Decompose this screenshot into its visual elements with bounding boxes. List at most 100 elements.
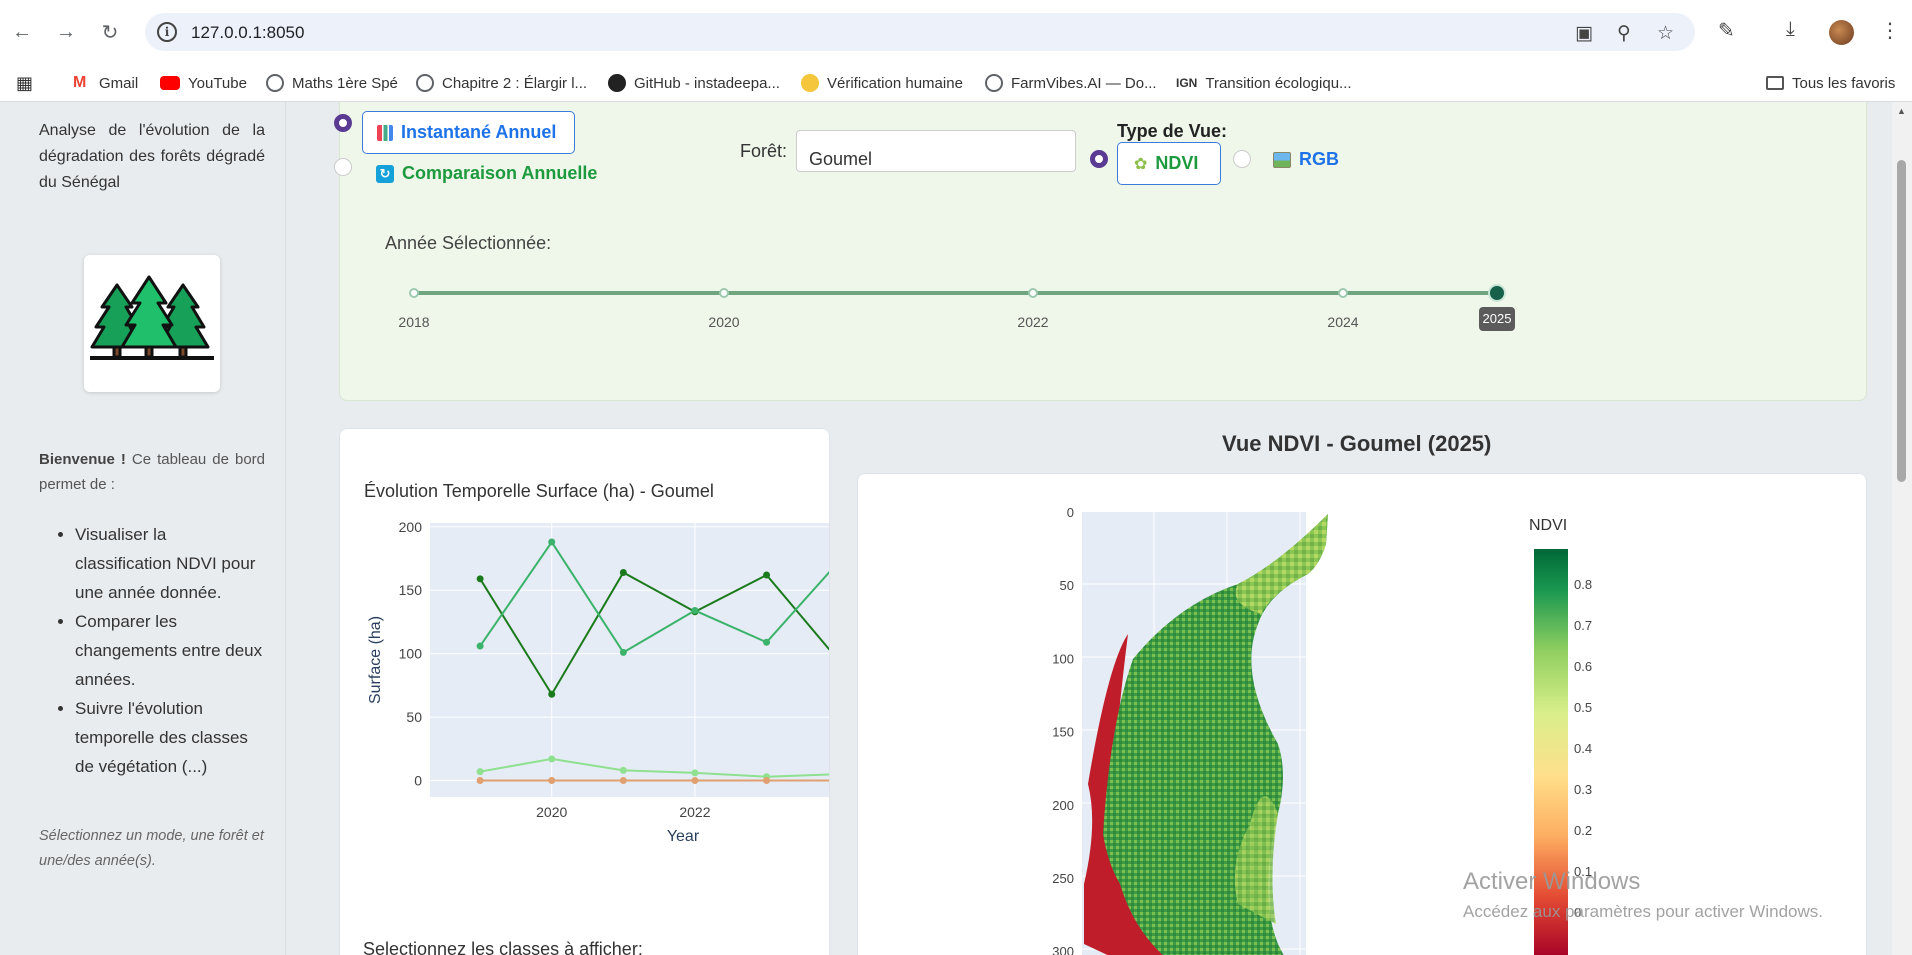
x-axis-label: Year <box>667 828 700 845</box>
extensions-icon[interactable]: ✎ <box>1718 18 1735 43</box>
y-tick-label: 100 <box>399 646 423 662</box>
series-point <box>476 575 484 583</box>
globe-icon <box>266 74 284 92</box>
bookmark-label: FarmVibes.AI — Do... <box>1011 74 1157 92</box>
y-tick-label: 50 <box>406 709 422 725</box>
colorbar-tick-label: 0.3 <box>1574 782 1592 797</box>
bookmark-farmvibes[interactable]: FarmVibes.AI — Do... <box>985 69 1157 97</box>
globe-icon <box>985 74 1003 92</box>
picture-icon <box>1273 151 1291 168</box>
scroll-up-icon[interactable]: ▲ <box>1897 106 1906 116</box>
browser-toolbar: ← → ↻ i 127.0.0.1:8050 ▣ ⚲ ☆ ✎ ⤓ ⋮ <box>0 0 1912 64</box>
view-rgb-button[interactable]: RGB <box>1273 149 1339 170</box>
forest-select[interactable]: Goumel <box>796 130 1076 172</box>
map-y-tick-label: 300 <box>1052 944 1074 955</box>
welcome-text: Bienvenue ! Ce tableau de bord permet de… <box>39 447 265 497</box>
bookmark-transition[interactable]: IGN Transition écologiqu... <box>1176 69 1352 97</box>
mode-compare-button[interactable]: ↻ Comparaison Annuelle <box>376 163 597 184</box>
radio-ndvi[interactable] <box>1090 150 1108 168</box>
series-point <box>619 766 627 774</box>
map-y-tick-label: 0 <box>1067 505 1074 520</box>
mode-compare-label: Comparaison Annuelle <box>402 163 598 183</box>
slider-mark-label: 2022 <box>1017 314 1049 330</box>
mode-instant-label: Instantané Annuel <box>401 122 557 142</box>
bookmark-star-icon[interactable]: ☆ <box>1657 22 1674 45</box>
back-icon[interactable]: ← <box>8 18 36 46</box>
address-bar[interactable]: i 127.0.0.1:8050 ▣ ⚲ ☆ <box>145 13 1695 51</box>
series-point <box>763 777 771 785</box>
apps-grid-icon[interactable]: ▦ <box>16 69 33 97</box>
url-text[interactable]: 127.0.0.1:8050 <box>191 23 304 43</box>
dashboard-page: Analyse de l'évolution de la dégradation… <box>0 102 1912 955</box>
series-point <box>763 638 771 646</box>
slider-mark-dot[interactable] <box>409 288 419 298</box>
globe-icon <box>416 74 434 92</box>
translate-icon[interactable]: ▣ <box>1575 22 1593 45</box>
bookmark-github[interactable]: GitHub - instadeepa... <box>608 69 780 97</box>
year-slider-track[interactable] <box>414 291 1498 295</box>
plot-area <box>430 523 829 797</box>
series-point <box>691 607 699 615</box>
site-info-icon[interactable]: i <box>157 22 177 42</box>
series-point <box>548 690 556 698</box>
sidebar-hint: Sélectionnez un mode, une forêt et une/d… <box>39 828 264 869</box>
series-point <box>763 571 771 579</box>
temporal-line-chart[interactable]: 0501001502002020202220YearSurface (ha) <box>340 429 830 955</box>
slider-mark-dot[interactable] <box>1028 288 1038 298</box>
reload-icon[interactable]: ↻ <box>96 18 124 46</box>
feature-item: Comparer les changements entre deux anné… <box>75 607 265 694</box>
view-ndvi-button[interactable]: ✿ NDVI <box>1117 142 1221 185</box>
bookmark-chapitre[interactable]: Chapitre 2 : Élargir l... <box>416 69 587 97</box>
colorbar-tick-label: 0.2 <box>1574 823 1592 838</box>
classes-label: Selectionnez les classes à afficher: <box>363 939 643 955</box>
bookmark-youtube[interactable]: YouTube <box>160 69 247 97</box>
feature-item: Visualiser la classification NDVI pour u… <box>75 520 265 607</box>
series-point <box>548 538 556 546</box>
bookmark-label: YouTube <box>188 74 247 92</box>
windows-watermark-text: Accédez aux paramètres pour activer Wind… <box>1463 902 1823 921</box>
plant-icon: ✿ <box>1134 155 1148 173</box>
bookmark-gmail[interactable]: M Gmail <box>73 69 138 97</box>
youtube-icon <box>160 76 180 90</box>
series-point <box>619 777 627 785</box>
mode-instant-button[interactable]: Instantané Annuel <box>362 111 575 154</box>
ndvi-map[interactable]: 0 50 100 150 200 250 300 NDVI 0.8 0.7 0.6 0.5 0.4 0… <box>858 474 1867 955</box>
series-point <box>691 769 699 777</box>
radio-rgb[interactable] <box>1233 150 1251 168</box>
series-point <box>476 642 484 650</box>
forest-logo-icon <box>90 275 214 360</box>
bookmark-label: Vérification humaine <box>827 74 963 92</box>
slider-mark-dot[interactable] <box>719 288 729 298</box>
radio-compare[interactable] <box>334 158 352 176</box>
bookmark-maths[interactable]: Maths 1ère Spé <box>266 69 398 97</box>
colorbar-tick-label: 0.8 <box>1574 577 1592 592</box>
all-bookmarks[interactable]: Tous les favoris <box>1766 69 1895 97</box>
forward-icon[interactable]: → <box>52 18 80 46</box>
year-slider-handle[interactable] <box>1488 284 1506 302</box>
map-y-tick-label: 250 <box>1052 871 1074 886</box>
view-rgb-label: RGB <box>1299 149 1339 169</box>
bookmark-verification[interactable]: Vérification humaine <box>801 69 963 97</box>
download-icon[interactable]: ⤓ <box>1786 18 1795 41</box>
x-tick-label: 2022 <box>679 804 710 820</box>
bookmark-label: Transition écologiqu... <box>1205 74 1352 92</box>
page-scrollbar[interactable]: ▲ <box>1892 102 1912 955</box>
folder-icon <box>1766 76 1784 90</box>
feature-item: Suivre l'évolution temporelle des classe… <box>75 694 265 781</box>
map-y-axis: 0 50 100 150 200 250 300 <box>1052 505 1074 955</box>
bookmarks-bar: ▦ M Gmail YouTube Maths 1ère Spé Chapitr… <box>0 64 1912 102</box>
bookmark-label: Maths 1ère Spé <box>292 74 398 92</box>
sidebar: Analyse de l'évolution de la dégradation… <box>18 102 286 955</box>
radio-instant[interactable] <box>334 114 352 132</box>
zoom-icon[interactable]: ⚲ <box>1617 22 1631 45</box>
hugging-face-icon <box>801 74 819 92</box>
y-axis-label: Surface (ha) <box>367 616 384 704</box>
series-point <box>619 648 627 656</box>
menu-icon[interactable]: ⋮ <box>1880 18 1900 43</box>
ign-icon: IGN <box>1176 76 1198 90</box>
scroll-thumb[interactable] <box>1897 160 1906 482</box>
ndvi-map-card: 0 50 100 150 200 250 300 NDVI 0.8 0.7 0.6 0.5 0.4 0… <box>857 473 1867 955</box>
slider-mark-dot[interactable] <box>1338 288 1348 298</box>
map-y-tick-label: 200 <box>1052 798 1074 813</box>
profile-avatar[interactable] <box>1829 20 1854 45</box>
